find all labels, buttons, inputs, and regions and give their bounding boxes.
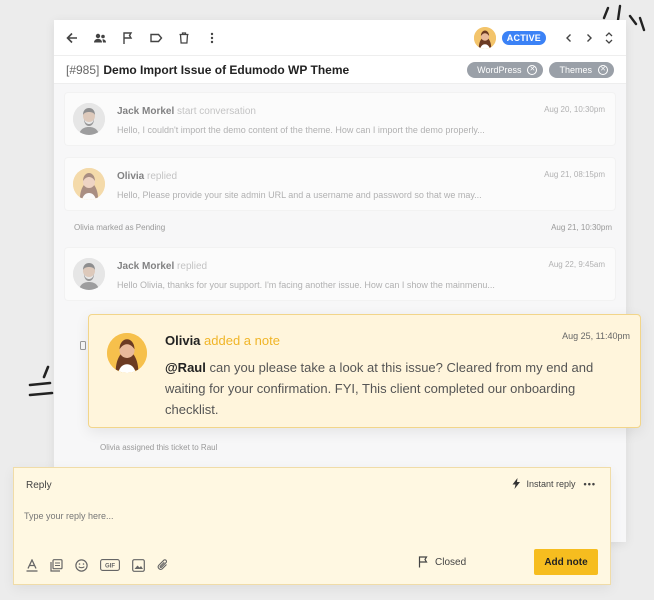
ticket-id: [#985] <box>66 62 100 77</box>
message-header: Jack Morkel start conversation <box>117 106 256 117</box>
message-time: Aug 21, 08:15pm <box>544 170 605 179</box>
thread-message[interactable]: Jack Morkel start conversation Aug 20, 1… <box>64 92 616 146</box>
emoji-icon[interactable] <box>75 558 88 572</box>
note-header: Olivia added a note <box>165 333 280 348</box>
note-time: Aug 25, 11:40pm <box>562 331 630 341</box>
chevron-right-icon[interactable] <box>582 31 596 45</box>
flag-icon <box>418 556 429 568</box>
more-vertical-icon[interactable] <box>204 30 220 46</box>
image-icon[interactable] <box>132 558 145 572</box>
lightning-icon <box>512 478 521 489</box>
remove-tag-icon[interactable]: ✕ <box>598 64 608 75</box>
message-time: Aug 22, 9:45am <box>548 260 605 269</box>
status-selector[interactable]: Closed <box>418 556 466 568</box>
more-options-button[interactable]: ••• <box>584 479 596 489</box>
formatting-toolbar: GIF <box>26 558 181 572</box>
thread-message[interactable]: Olivia replied Aug 21, 08:15pm Hello, Pl… <box>64 157 616 211</box>
avatar <box>73 258 105 290</box>
attachment-icon[interactable] <box>157 558 169 572</box>
ticket-title: Demo Import Issue of Edumodo WP Theme <box>103 62 350 77</box>
ticket-title-bar: [#985] Demo Import Issue of Edumodo WP T… <box>54 56 626 84</box>
tag-themes[interactable]: Themes ✕ <box>549 61 614 78</box>
status-badge[interactable]: ACTIVE <box>501 30 546 45</box>
ticket-toolbar: ACTIVE <box>54 20 626 56</box>
note-action: added a note <box>204 333 280 348</box>
author-name: Olivia <box>117 171 145 182</box>
message-header: Olivia replied <box>117 171 177 182</box>
reply-composer: Reply Instant reply ••• GIF Close <box>13 467 611 585</box>
assignee-avatar[interactable] <box>473 26 496 49</box>
template-icon[interactable] <box>50 558 63 572</box>
remove-tag-icon[interactable]: ✕ <box>527 64 538 75</box>
internal-note[interactable]: Olivia added a note Aug 25, 11:40pm @Rau… <box>88 314 641 428</box>
author-name: Olivia <box>165 333 201 348</box>
instant-reply-button[interactable]: Instant reply ••• <box>512 478 596 489</box>
thread-message[interactable]: Jack Morkel replied Aug 22, 9:45am Hello… <box>64 247 616 301</box>
avatar <box>73 103 105 135</box>
message-time: Aug 20, 10:30pm <box>544 105 605 114</box>
chevron-left-icon[interactable] <box>562 31 576 45</box>
reply-input[interactable] <box>24 506 584 526</box>
tag-label: WordPress <box>477 64 522 75</box>
avatar <box>73 168 105 200</box>
activity-log-entry: Olivia marked as Pending <box>74 223 166 232</box>
message-preview: Hello, Please provide your site admin UR… <box>117 190 482 200</box>
add-note-button[interactable]: Add note <box>534 549 598 575</box>
tag-list: WordPress ✕ Themes ✕ <box>461 61 614 78</box>
author-name: Jack Morkel <box>117 106 175 117</box>
message-action: replied <box>177 261 208 272</box>
people-icon[interactable] <box>92 30 108 46</box>
text-format-icon[interactable] <box>26 558 38 572</box>
activity-time: Aug 21, 10:30pm <box>551 223 612 232</box>
author-name: Jack Morkel <box>117 261 175 272</box>
message-preview: Hello Olivia, thanks for your support. I… <box>117 280 495 290</box>
message-action: replied <box>147 171 178 182</box>
ticket-window: ACTIVE [#985] Demo Import Issue of Edumo… <box>54 20 626 542</box>
svg-text:GIF: GIF <box>105 563 115 569</box>
mention-link[interactable]: @Raul <box>165 360 206 375</box>
note-pin-icon <box>80 341 86 350</box>
status-label: Closed <box>435 556 467 568</box>
note-text: can you please take a look at this issue… <box>165 360 594 417</box>
message-preview: Hello, I couldn't import the demo conten… <box>117 125 485 135</box>
tag-label: Themes <box>559 64 592 75</box>
message-action: start conversation <box>177 106 256 117</box>
gif-icon[interactable]: GIF <box>100 559 120 571</box>
reply-label: Reply <box>26 480 52 491</box>
toolbar-right: ACTIVE <box>473 26 616 49</box>
back-arrow-icon[interactable] <box>64 30 80 46</box>
label-icon[interactable] <box>148 30 164 46</box>
expand-vertical-icon[interactable] <box>602 31 616 45</box>
tag-wordpress[interactable]: WordPress ✕ <box>467 61 544 78</box>
activity-log-entry: Olivia assigned this ticket to Raul <box>100 443 218 452</box>
trash-icon[interactable] <box>176 30 192 46</box>
flag-icon[interactable] <box>120 30 136 46</box>
instant-reply-label: Instant reply <box>526 478 576 489</box>
note-body: @Raul can you please take a look at this… <box>165 357 615 420</box>
message-header: Jack Morkel replied <box>117 261 207 272</box>
avatar <box>107 333 147 373</box>
